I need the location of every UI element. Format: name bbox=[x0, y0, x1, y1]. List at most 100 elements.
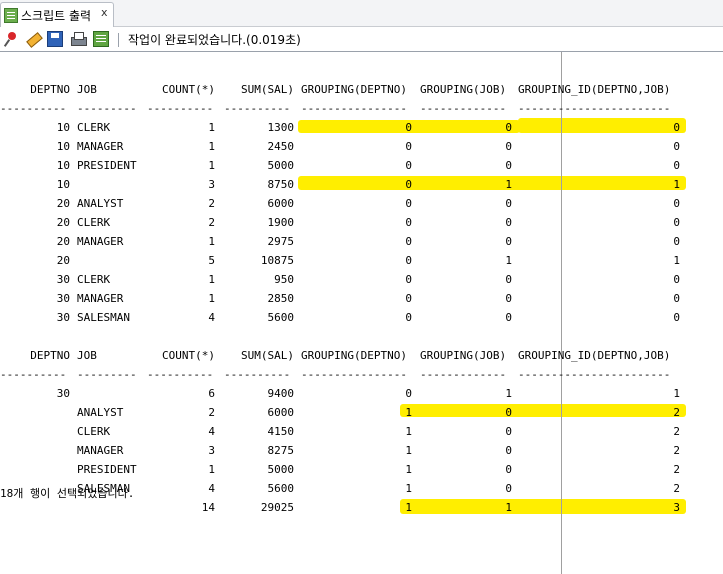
table-row: 30 6 9400 0 1 1 bbox=[0, 384, 723, 403]
result-header-row: DEPTNO JOB COUNT(*) SUM(SAL) GROUPING(DEPTNO… bbox=[0, 80, 723, 99]
table-cell: 1 bbox=[405, 482, 412, 495]
table-cell: 10 bbox=[56, 140, 70, 153]
column-separator: ---------------- bbox=[301, 368, 407, 381]
table-cell: 5000 bbox=[267, 463, 295, 476]
table-cell: 0 bbox=[405, 159, 412, 172]
table-cell: 0 bbox=[505, 159, 512, 172]
table-cell: 1 bbox=[208, 292, 215, 305]
eraser-icon[interactable] bbox=[25, 31, 41, 47]
table-cell: 2975 bbox=[267, 235, 295, 248]
table-cell: 6000 bbox=[267, 406, 295, 419]
table-row: 20 ANALYST 2 6000 0 0 0 bbox=[0, 194, 723, 213]
table-cell: 1 bbox=[208, 121, 215, 134]
table-cell: 3 bbox=[673, 501, 680, 514]
save-icon[interactable] bbox=[47, 31, 63, 47]
table-cell: 1 bbox=[405, 463, 412, 476]
table-cell: 6000 bbox=[267, 197, 295, 210]
column-header: GROUPING(JOB) bbox=[420, 83, 507, 96]
table-cell: 20 bbox=[56, 197, 70, 210]
table-cell: 2 bbox=[673, 482, 680, 495]
table-cell: 0 bbox=[405, 178, 412, 191]
column-separator: ---------- bbox=[0, 368, 67, 381]
table-cell: 1 bbox=[405, 501, 412, 514]
table-cell: 1 bbox=[208, 140, 215, 153]
table-cell: 1300 bbox=[267, 121, 295, 134]
table-cell: 2 bbox=[673, 406, 680, 419]
column-header: SUM(SAL) bbox=[241, 83, 294, 96]
table-cell: 5 bbox=[208, 254, 215, 267]
toolbar-divider bbox=[118, 33, 119, 47]
column-header: COUNT(*) bbox=[162, 83, 215, 96]
tab-script-output[interactable]: 스크립트 출력 x bbox=[0, 2, 114, 27]
pin-icon[interactable] bbox=[3, 31, 19, 47]
table-cell: PRESIDENT bbox=[77, 159, 137, 172]
table-cell: 9400 bbox=[267, 387, 295, 400]
column-separator: ------------- bbox=[420, 368, 507, 381]
print-icon[interactable] bbox=[70, 31, 87, 47]
table-cell: 0 bbox=[505, 121, 512, 134]
table-cell: 20 bbox=[56, 254, 70, 267]
table-cell: 0 bbox=[505, 425, 512, 438]
table-cell: CLERK bbox=[77, 216, 111, 229]
table-row: 20 CLERK 2 1900 0 0 0 bbox=[0, 213, 723, 232]
table-row: MANAGER 3 8275 1 0 2 bbox=[0, 441, 723, 460]
table-cell: 0 bbox=[505, 482, 512, 495]
tab-bar: 스크립트 출력 x bbox=[0, 0, 723, 27]
table-row: 30 MANAGER 1 2850 0 0 0 bbox=[0, 289, 723, 308]
column-separator: ---------------- bbox=[301, 102, 407, 115]
table-cell: 0 bbox=[673, 159, 680, 172]
table-cell: 1 bbox=[208, 159, 215, 172]
table-cell: 6 bbox=[208, 387, 215, 400]
table-cell: 0 bbox=[405, 235, 412, 248]
table-cell: 1 bbox=[505, 178, 512, 191]
tab-close-button[interactable]: x bbox=[101, 6, 108, 19]
table-cell: 0 bbox=[405, 121, 412, 134]
table-cell: 0 bbox=[405, 254, 412, 267]
table-cell: 8275 bbox=[267, 444, 295, 457]
table-cell: 1 bbox=[505, 387, 512, 400]
table-cell: 2 bbox=[673, 444, 680, 457]
table-cell: 0 bbox=[673, 311, 680, 324]
run-script-icon[interactable] bbox=[93, 31, 109, 47]
table-row: 30 CLERK 1 950 0 0 0 bbox=[0, 270, 723, 289]
table-cell: 30 bbox=[56, 387, 70, 400]
table-cell: 0 bbox=[505, 311, 512, 324]
table-row: PRESIDENT 1 5000 1 0 2 bbox=[0, 460, 723, 479]
table-cell: 4 bbox=[208, 425, 215, 438]
table-cell: 0 bbox=[673, 235, 680, 248]
table-cell: 10875 bbox=[260, 254, 294, 267]
table-cell: MANAGER bbox=[77, 235, 124, 248]
table-cell: 0 bbox=[673, 140, 680, 153]
table-cell: 1 bbox=[208, 235, 215, 248]
table-cell: 30 bbox=[56, 292, 70, 305]
table-row: 10 PRESIDENT 1 5000 0 0 0 bbox=[0, 156, 723, 175]
status-message: 작업이 완료되었습니다.(0.019초) bbox=[128, 33, 301, 47]
table-cell: 2 bbox=[673, 463, 680, 476]
column-separator: ---------- bbox=[224, 102, 291, 115]
table-cell: 2450 bbox=[267, 140, 295, 153]
table-cell: 4 bbox=[208, 311, 215, 324]
table-cell: 20 bbox=[56, 216, 70, 229]
column-header: SUM(SAL) bbox=[241, 349, 294, 362]
table-cell: MANAGER bbox=[77, 292, 124, 305]
table-cell: 0 bbox=[505, 444, 512, 457]
column-header: GROUPING_ID(DEPTNO,JOB) bbox=[518, 349, 671, 362]
column-header: GROUPING_ID(DEPTNO,JOB) bbox=[518, 83, 671, 96]
column-header: GROUPING(DEPTNO) bbox=[301, 349, 407, 362]
table-cell: 5600 bbox=[267, 482, 295, 495]
table-row: 10 MANAGER 1 2450 0 0 0 bbox=[0, 137, 723, 156]
table-cell: 0 bbox=[505, 406, 512, 419]
table-cell: 0 bbox=[405, 273, 412, 286]
table-cell: ANALYST bbox=[77, 197, 124, 210]
table-cell: 0 bbox=[505, 463, 512, 476]
table-cell: 3 bbox=[208, 444, 215, 457]
table-cell: SALESMAN bbox=[77, 311, 130, 324]
table-cell: 3 bbox=[208, 178, 215, 191]
table-cell: 2 bbox=[673, 425, 680, 438]
table-cell: ANALYST bbox=[77, 406, 124, 419]
rows-selected-message: 18개 행이 선택되었습니다. bbox=[0, 487, 135, 500]
table-row: 10 3 8750 0 1 1 bbox=[0, 175, 723, 194]
table-cell: 20 bbox=[56, 235, 70, 248]
table-row: 20 MANAGER 1 2975 0 0 0 bbox=[0, 232, 723, 251]
table-cell: 5000 bbox=[267, 159, 295, 172]
